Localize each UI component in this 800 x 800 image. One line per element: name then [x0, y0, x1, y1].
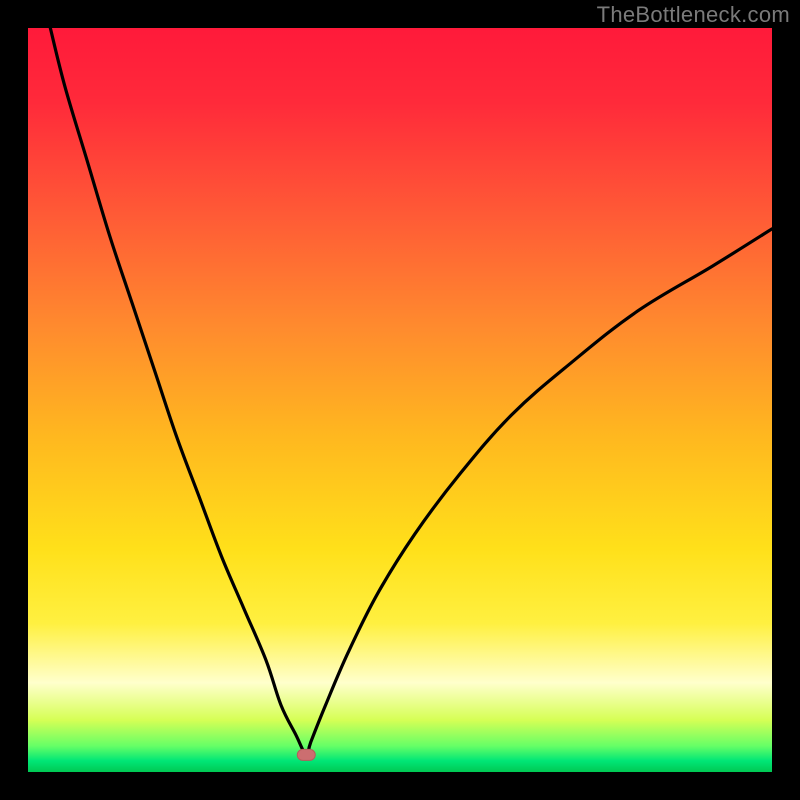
- chart-container: TheBottleneck.com: [0, 0, 800, 800]
- watermark-text: TheBottleneck.com: [597, 2, 790, 28]
- chart-svg: [28, 28, 772, 772]
- optimum-marker: [297, 749, 315, 760]
- plot-area: [28, 28, 772, 772]
- gradient-background: [28, 28, 772, 772]
